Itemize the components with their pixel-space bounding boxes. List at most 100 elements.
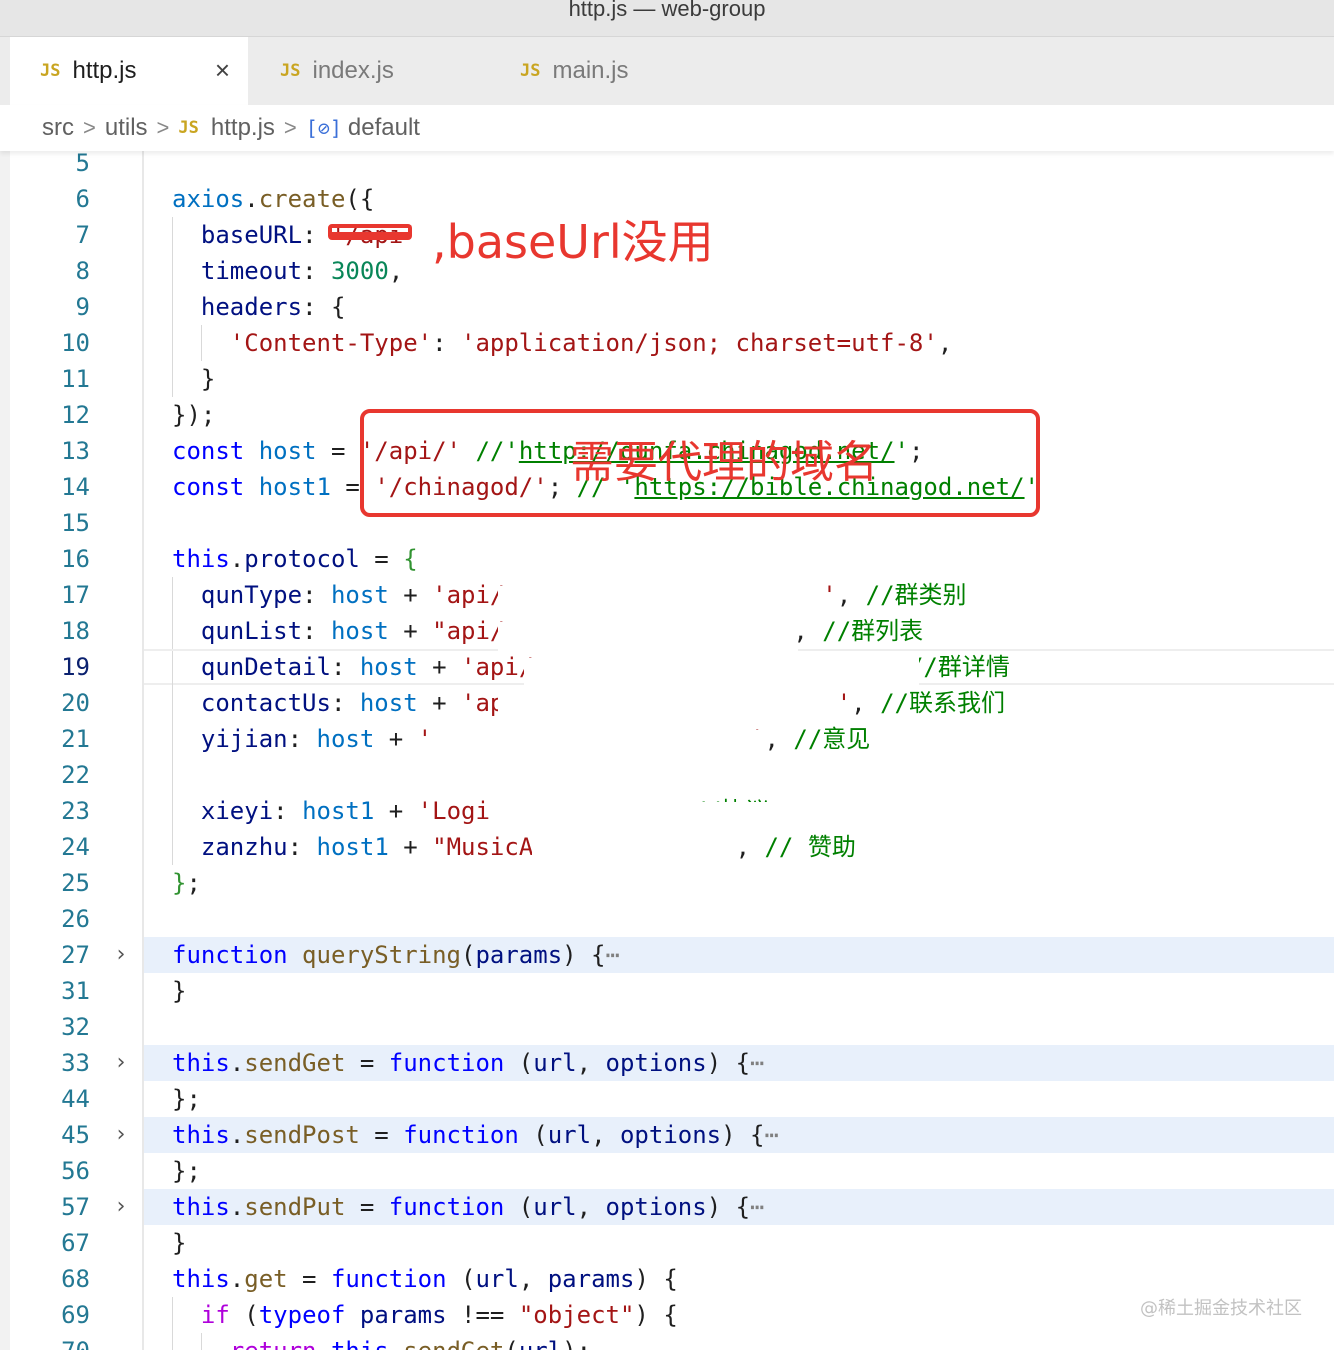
code-token: 'Logi (417, 797, 490, 825)
code-token: typeof (258, 1301, 346, 1329)
code-line[interactable]: 16 this.protocol = { (0, 541, 1334, 577)
breadcrumb-item-file[interactable]: http.js (211, 114, 275, 142)
line-number: 12 (61, 401, 90, 429)
code-text: } (144, 1225, 1334, 1261)
tab-http-js[interactable]: JS http.js × (10, 37, 248, 105)
tab-index-js[interactable]: JS index.js (250, 37, 488, 105)
line-number: 33 (61, 1049, 90, 1077)
code-line[interactable]: 44}; (0, 1081, 1334, 1117)
code-token: 3000 (330, 257, 389, 285)
code-line[interactable]: 32 (0, 1009, 1334, 1045)
code-line[interactable]: 67} (0, 1225, 1334, 1261)
line-number: 32 (61, 1013, 90, 1041)
code-line[interactable]: 10 'Content-Type': 'application/json; ch… (0, 325, 1334, 361)
code-line[interactable]: 25}; (0, 865, 1334, 901)
code-line[interactable]: 26 (0, 901, 1334, 937)
code-line[interactable]: 22 (0, 757, 1334, 793)
code-line[interactable]: 27 › function queryString(params) {⋯ (0, 937, 1334, 973)
watermark: @稀土掘金技术社区 (1140, 1298, 1302, 1319)
code-token: //群详情 (908, 653, 1010, 681)
line-number: 6 (75, 185, 90, 213)
code-token: params (475, 941, 563, 969)
code-token: = (316, 437, 360, 465)
code-editor[interactable]: 5 6 axios.create({7 baseURL: '/api' 8 timeo… (0, 151, 1334, 1350)
code-line[interactable]: 68 this.get = function (url, params) { (0, 1261, 1334, 1297)
line-number: 68 (61, 1265, 90, 1293)
code-line[interactable]: 45 › this.sendPost = function (url, option… (0, 1117, 1334, 1153)
breadcrumb-item-utils[interactable]: utils (105, 114, 148, 142)
code-line[interactable]: 31} (0, 973, 1334, 1009)
code-token: ( (446, 1265, 476, 1293)
code-token: ' (417, 725, 433, 753)
code-token: + (417, 653, 462, 681)
code-token: , (388, 257, 404, 285)
code-token: ( (229, 1301, 259, 1329)
code-line[interactable]: 69 if (typeof params !== "object") { (0, 1297, 1334, 1333)
code-text: 'Content-Type': 'application/json; chars… (144, 325, 1334, 361)
fold-chevron-icon[interactable]: › (108, 1045, 134, 1081)
code-token: : (330, 689, 360, 717)
code-token: }; (172, 1085, 201, 1113)
code-token: ( (518, 1121, 548, 1149)
breadcrumb-item-symbol[interactable]: default (348, 114, 420, 142)
redaction-mask (524, 658, 919, 688)
line-number: 26 (61, 905, 90, 933)
code-line[interactable]: 11 } (0, 361, 1334, 397)
code-line[interactable]: 5 (0, 151, 1334, 181)
code-token: function (172, 941, 288, 969)
code-token: ) { (721, 1121, 765, 1149)
tab-main-js[interactable]: JS main.js (490, 37, 728, 105)
line-number: 69 (61, 1301, 90, 1329)
code-token: options (619, 1121, 722, 1149)
line-number: 18 (61, 617, 90, 645)
fold-chevron-icon[interactable]: › (108, 1189, 134, 1225)
code-token: xieyi (200, 797, 274, 825)
window-title: http.js — web-group (568, 0, 766, 21)
code-token: url (533, 1049, 577, 1077)
code-token: ( (461, 941, 476, 969)
code-text: }; (144, 865, 1334, 901)
code-token: ) { (706, 1193, 751, 1221)
code-token: , (576, 1049, 606, 1077)
code-token: : (302, 221, 331, 249)
code-text: }; (144, 1153, 1334, 1189)
code-token: "object" (518, 1301, 635, 1329)
line-number: 5 (75, 151, 90, 177)
line-number: 27 (61, 941, 90, 969)
fold-chevron-icon[interactable]: › (108, 937, 134, 973)
code-token: , (836, 581, 866, 609)
line-number: 22 (61, 761, 90, 789)
code-token: options (605, 1049, 707, 1077)
code-text: this.sendPost = function (url, options) … (144, 1117, 1334, 1153)
code-text: } (144, 361, 1334, 397)
code-token: axios (172, 185, 245, 213)
code-token: . (229, 545, 245, 573)
code-token: const (172, 473, 245, 501)
code-token: ⋯ (605, 941, 620, 969)
code-token: ) { (706, 1049, 751, 1077)
code-text: function queryString(params) {⋯ (144, 937, 1334, 973)
code-token: this (331, 1337, 389, 1350)
code-token: + (388, 617, 433, 645)
editor-tab-bar: JS http.js × JS index.js JS main.js (0, 37, 1334, 105)
code-token: sendPost (244, 1121, 360, 1149)
indent-guide (172, 757, 173, 793)
chevron-right-icon: > (156, 115, 170, 140)
breadcrumb-item-src[interactable]: src (42, 114, 74, 142)
indent-guide (172, 361, 173, 397)
code-line[interactable]: 33 › this.sendGet = function (url, options… (0, 1045, 1334, 1081)
fold-chevron-icon[interactable]: › (108, 1117, 134, 1153)
close-icon[interactable]: × (215, 55, 230, 86)
code-line[interactable]: 57 › this.sendPut = function (url, options… (0, 1189, 1334, 1225)
line-number: 14 (61, 473, 90, 501)
code-line[interactable]: 9 headers: { (0, 289, 1334, 325)
code-line[interactable]: 56}; (0, 1153, 1334, 1189)
code-line[interactable]: 70 return this.sendGet(url); (0, 1333, 1334, 1350)
